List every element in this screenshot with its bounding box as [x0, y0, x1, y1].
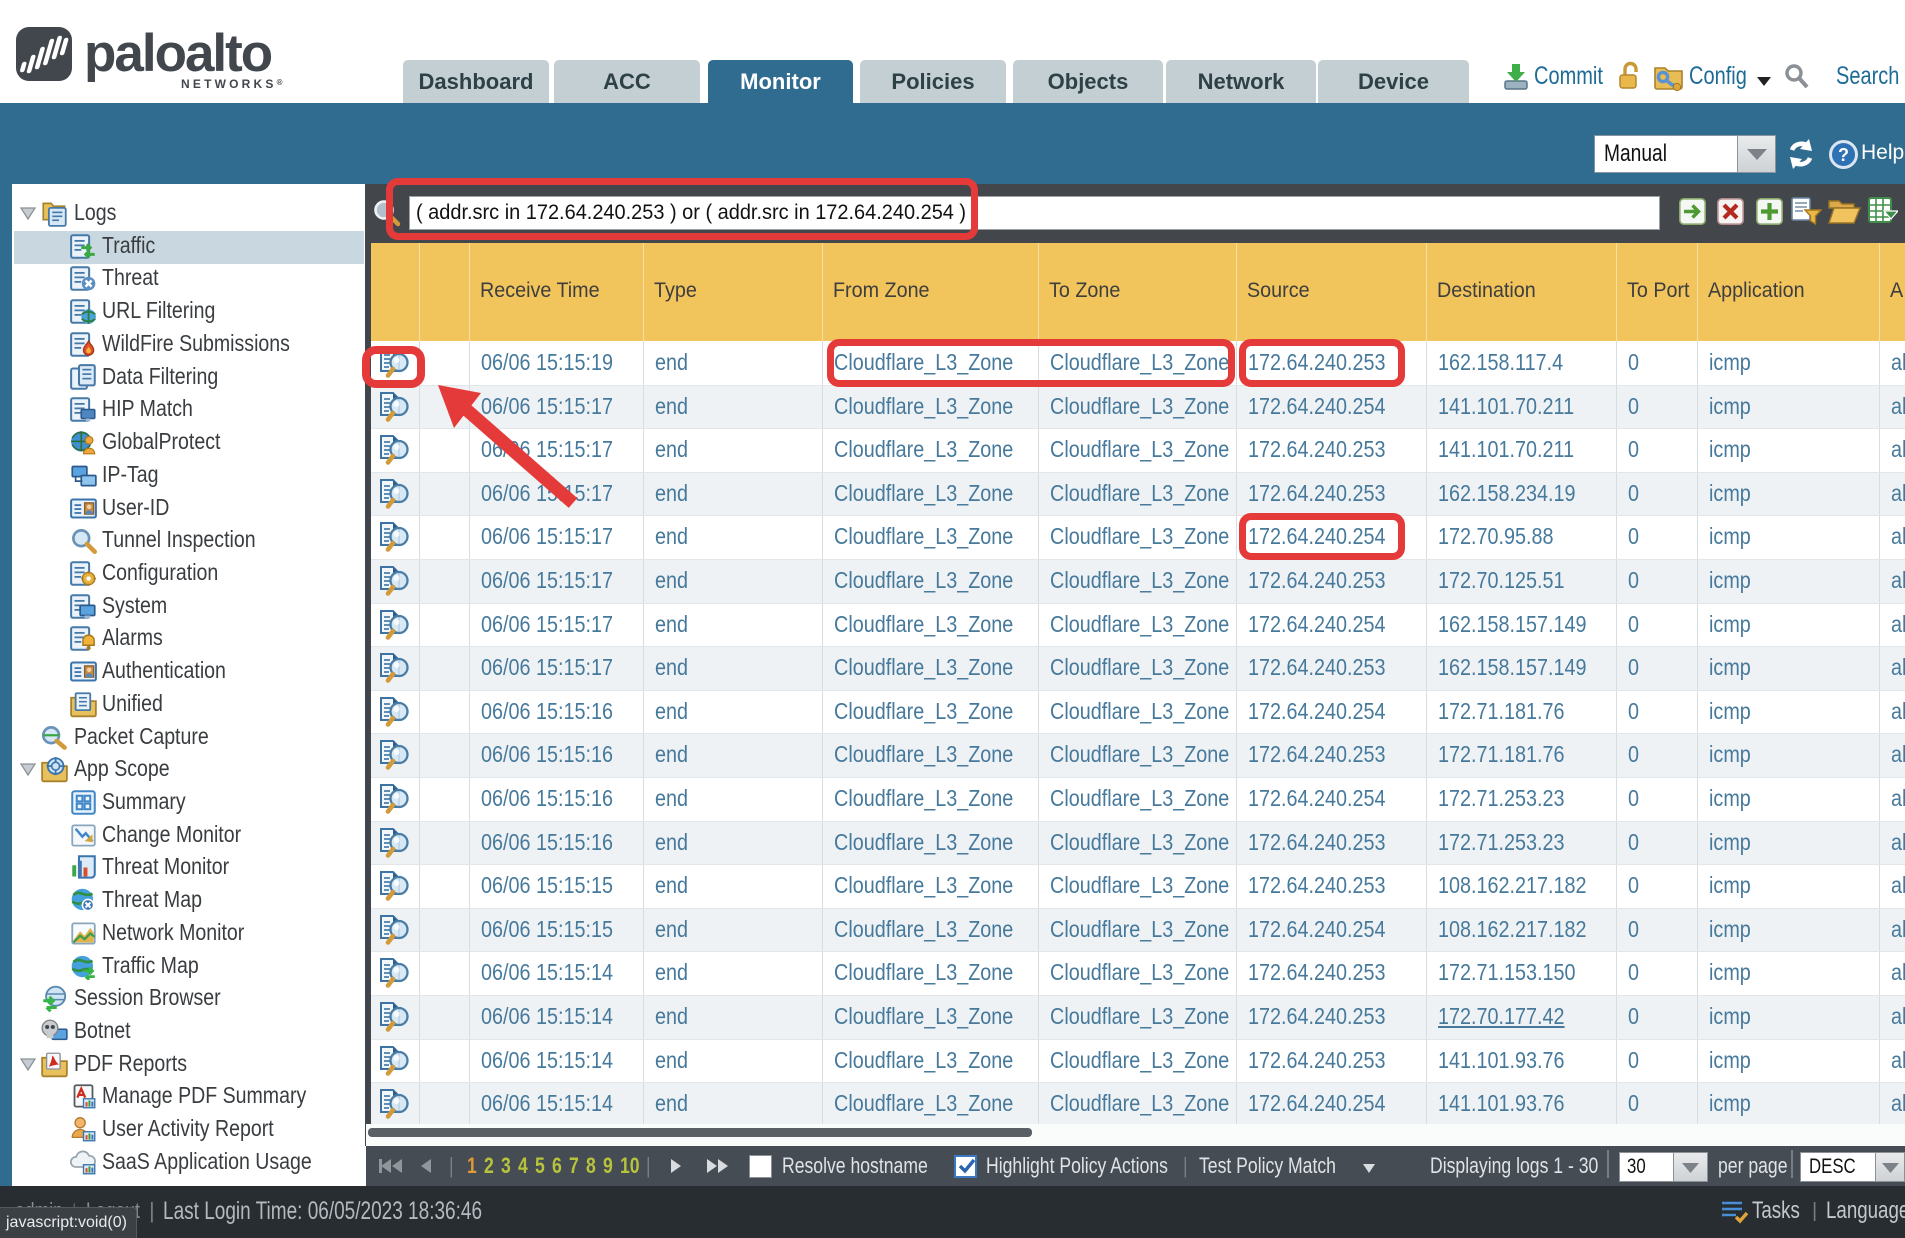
svg-text:?: ?: [1838, 145, 1849, 165]
